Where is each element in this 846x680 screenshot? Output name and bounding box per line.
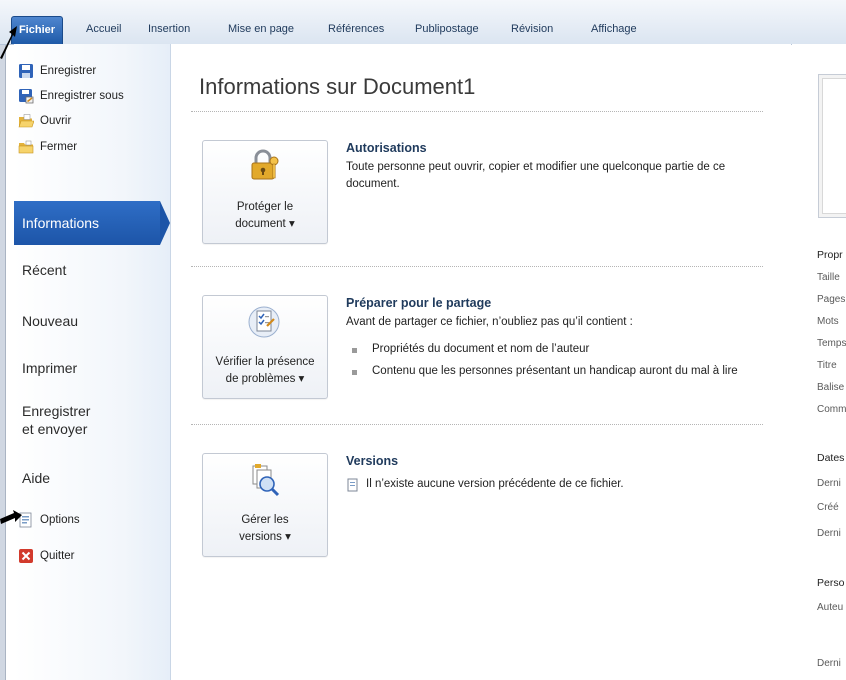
nav-recent[interactable]: Récent: [14, 261, 168, 279]
property-label: Derni: [817, 478, 841, 489]
property-label: Mots: [817, 316, 839, 327]
options-icon: [18, 512, 34, 528]
properties-panel: Propr Taille Pages Mots Temps Titre Bali…: [792, 44, 846, 680]
selected-arrow: [160, 201, 170, 245]
gerer-versions-button[interactable]: Gérer les versions ▾: [202, 453, 328, 557]
preparer-partage-text: Avant de partager ce fichier, n’oubliez …: [346, 316, 633, 328]
tab-accueil[interactable]: Accueil: [80, 17, 127, 41]
bullet-marker: [352, 348, 357, 353]
property-heading: Dates: [817, 452, 845, 464]
window-left-edge: [0, 44, 6, 680]
open-folder-icon: [18, 113, 35, 129]
autorisations-text: Toute personne peut ouvrir, copier et mo…: [346, 161, 726, 190]
enregistrer-sous-label: Enregistrer sous: [40, 90, 124, 102]
bullet-item: Propriétés du document et nom de l’auteu…: [372, 343, 590, 355]
gerer-versions-label: Gérer les versions ▾: [239, 514, 291, 543]
versions-text: Il n’existe aucune version précédente de…: [366, 478, 624, 490]
tab-mise-en-page[interactable]: Mise en page: [222, 17, 300, 41]
property-label: Comm: [817, 404, 846, 415]
property-label: Temps: [817, 338, 846, 349]
versions-title: Versions: [346, 454, 399, 468]
thumbnail-page: [822, 78, 846, 214]
separator: [191, 266, 763, 267]
versions-icon: [247, 462, 281, 498]
nav-aide[interactable]: Aide: [14, 469, 168, 487]
property-heading: Propr: [817, 249, 843, 261]
property-label: Taille: [817, 272, 840, 283]
verifier-problemes-button[interactable]: Vérifier la présence de problèmes ▾: [202, 295, 328, 399]
property-label: Créé: [817, 502, 839, 513]
ouvrir-command[interactable]: Ouvrir: [18, 110, 71, 132]
nav-informations-label: Informations: [22, 215, 100, 231]
nav-informations[interactable]: Informations: [14, 201, 170, 245]
property-label: Balise: [817, 382, 845, 393]
exit-icon: [18, 548, 34, 564]
ribbon-tab-bar: Fichier Accueil Insertion Mise en page R…: [0, 0, 846, 45]
proteger-document-label: Protéger le document ▾: [235, 201, 295, 230]
tab-references[interactable]: Références: [322, 17, 390, 41]
tab-publipostage[interactable]: Publipostage: [409, 17, 485, 41]
proteger-document-button[interactable]: Protéger le document ▾: [202, 140, 328, 244]
quitter-label: Quitter: [40, 550, 75, 562]
bullet-marker: [352, 370, 357, 375]
verifier-problemes-label: Vérifier la présence de problèmes ▾: [215, 356, 315, 385]
close-folder-icon: [18, 139, 34, 155]
info-main-panel: Informations sur Document1 Protéger le d…: [171, 44, 791, 680]
enregistrer-command[interactable]: Enregistrer: [18, 60, 96, 82]
separator: [191, 111, 763, 112]
property-label: Titre: [817, 360, 837, 371]
document-thumbnail[interactable]: [818, 74, 846, 218]
nav-imprimer[interactable]: Imprimer: [14, 359, 168, 377]
separator: [191, 424, 763, 425]
save-as-icon: [18, 88, 34, 104]
tab-affichage[interactable]: Affichage: [585, 17, 643, 41]
backstage-navigation: Enregistrer Enregistrer sous Ouvrir Ferm…: [14, 44, 171, 680]
version-document-icon: [346, 478, 360, 492]
fermer-label: Fermer: [40, 141, 78, 153]
autorisations-title: Autorisations: [346, 141, 427, 155]
floppy-disk-icon: [18, 63, 34, 79]
nav-nouveau[interactable]: Nouveau: [14, 312, 168, 330]
check-document-icon: [247, 304, 281, 340]
tab-insertion[interactable]: Insertion: [142, 17, 196, 41]
nav-enregistrer-et-envoyer[interactable]: Enregistrer et envoyer: [14, 402, 168, 438]
preparer-partage-title: Préparer pour le partage: [346, 296, 492, 310]
property-label: Auteu: [817, 602, 844, 613]
options-label: Options: [40, 514, 80, 526]
quitter-command[interactable]: Quitter: [18, 545, 75, 567]
tab-revision[interactable]: Révision: [505, 17, 559, 41]
property-label: Pages: [817, 294, 846, 305]
enregistrer-sous-command[interactable]: Enregistrer sous: [18, 85, 124, 107]
fermer-command[interactable]: Fermer: [18, 136, 77, 158]
property-label: Derni: [817, 658, 841, 669]
options-command[interactable]: Options: [18, 509, 80, 531]
enregistrer-label: Enregistrer: [40, 65, 97, 77]
bullet-item: Contenu que les personnes présentant un …: [372, 365, 738, 377]
padlock-key-icon: [247, 149, 281, 185]
page-title: Informations sur Document1: [199, 74, 476, 99]
property-label: Derni: [817, 528, 841, 539]
property-heading: Perso: [817, 577, 845, 589]
tab-fichier[interactable]: Fichier: [11, 16, 63, 44]
ouvrir-label: Ouvrir: [40, 115, 72, 127]
